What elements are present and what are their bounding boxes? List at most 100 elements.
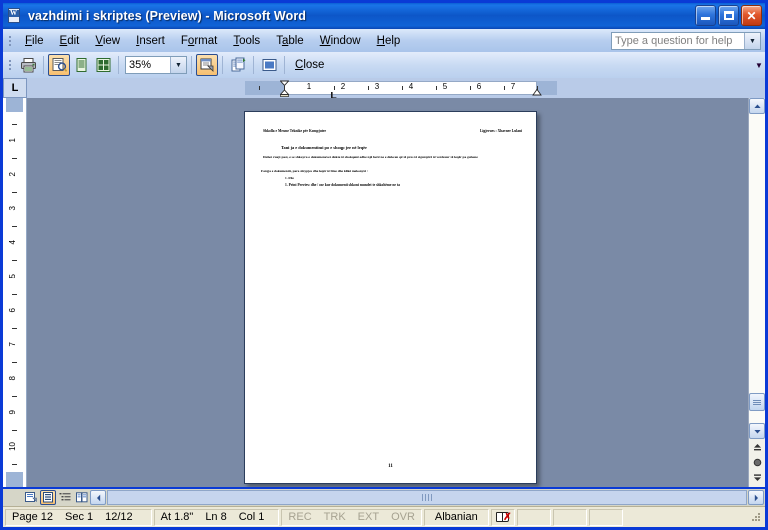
print-preview-toolbar: 35% ▼ Close ▼ <box>3 52 765 78</box>
spelling-and-grammar-icon[interactable]: ✗ <box>492 512 514 523</box>
horizontal-scrollbar-row <box>3 489 765 506</box>
status-group-empty-2 <box>552 508 587 526</box>
document-preview-area[interactable]: Shkolla e Mesme Teknike për Kompjuter Li… <box>27 98 748 487</box>
zoom-value: 35% <box>129 59 152 71</box>
vertical-scroll-thumb[interactable] <box>749 393 765 411</box>
menu-file[interactable]: FFileile <box>17 33 52 49</box>
document-paragraph-2: Farqja e dokumentit, para shtypjes dhe l… <box>261 169 368 173</box>
word-print-preview-window: W vazhdimi i skriptes (Preview) - Micros… <box>0 0 768 530</box>
scroll-right-button[interactable] <box>748 490 764 505</box>
menu-gripper-icon[interactable] <box>5 31 14 50</box>
chevron-down-icon[interactable]: ▼ <box>170 57 186 73</box>
normal-view-button[interactable] <box>23 490 39 505</box>
view-buttons-group <box>23 490 90 505</box>
document-page[interactable]: Shkolla e Mesme Teknike për Kompjuter Li… <box>244 111 537 484</box>
vruler-num-2: 2 <box>8 172 17 177</box>
scroll-down-button[interactable] <box>749 423 765 439</box>
header-right-text: Ligjerues : Xhavner Lulani <box>480 129 522 133</box>
document-list-item-1: 1. File <box>285 176 294 180</box>
vertical-ruler[interactable]: 1 2 3 4 5 6 7 8 9 10 <box>3 98 27 487</box>
multiple-pages-button[interactable] <box>92 54 114 76</box>
scroll-up-button[interactable] <box>749 98 765 114</box>
ruler-num-5: 5 <box>442 82 448 91</box>
document-list-item-2: 1. Print Preview dhe / ose kur dokumenti… <box>285 183 400 187</box>
header-left-text: Shkolla e Mesme Teknike për Kompjuter <box>263 129 327 133</box>
vertical-scroll-track[interactable] <box>749 114 765 423</box>
scroll-left-button[interactable] <box>90 490 106 505</box>
status-group-empty-1 <box>516 508 551 526</box>
status-group-modes: REC TRK EXT OVR <box>281 508 422 526</box>
status-ovr[interactable]: OVR <box>385 511 421 523</box>
magnifier-button[interactable] <box>48 54 70 76</box>
view-ruler-button[interactable] <box>196 54 218 76</box>
vruler-num-4: 4 <box>8 240 17 245</box>
status-trk[interactable]: TRK <box>318 511 352 523</box>
menu-help[interactable]: Help <box>369 33 409 49</box>
status-language[interactable]: Albanian <box>425 511 488 523</box>
status-section: Sec 1 <box>64 511 94 523</box>
status-rec[interactable]: REC <box>282 511 317 523</box>
vruler-num-1: 1 <box>8 138 17 143</box>
minimize-button[interactable] <box>695 5 716 26</box>
status-ext[interactable]: EXT <box>352 511 385 523</box>
title-bar: W vazhdimi i skriptes (Preview) - Micros… <box>3 3 765 29</box>
vruler-num-6: 6 <box>8 308 17 313</box>
menu-bar: FFileile Edit View Insert Format Tools T… <box>3 29 765 52</box>
ruler-num-1: 1 <box>306 82 312 91</box>
browse-previous-button[interactable] <box>749 440 765 455</box>
print-button[interactable] <box>17 54 39 76</box>
status-page: Page 12 <box>12 511 53 523</box>
menu-window[interactable]: Window <box>312 33 369 49</box>
horizontal-ruler-row: L 1 2 3 4 5 6 7 <box>3 78 765 99</box>
close-preview-button[interactable]: Close <box>289 57 330 73</box>
horizontal-ruler[interactable]: 1 2 3 4 5 6 7 <box>27 78 765 99</box>
ruler-num-3: 3 <box>374 82 380 91</box>
horizontal-scroll-thumb[interactable] <box>107 490 747 505</box>
menu-edit[interactable]: Edit <box>52 33 88 49</box>
resize-grip-icon[interactable] <box>750 511 762 523</box>
document-page-footer: 11 <box>388 464 393 469</box>
ruler-num-2: 2 <box>340 82 346 91</box>
outline-view-button[interactable] <box>57 490 73 505</box>
document-header: Shkolla e Mesme Teknike për Kompjuter Li… <box>263 129 522 133</box>
ruler-num-7: 7 <box>510 82 516 91</box>
vruler-num-7: 7 <box>8 342 17 347</box>
menu-view[interactable]: View <box>87 33 128 49</box>
vruler-num-9: 9 <box>8 410 17 415</box>
toolbar-options-glyph: ▼ <box>755 60 763 70</box>
toolbar-separator <box>43 56 44 74</box>
toolbar-separator <box>222 56 223 74</box>
zoom-combobox[interactable]: 35% ▼ <box>125 56 187 74</box>
tab-selector-button[interactable]: L <box>3 78 27 98</box>
toolbar-options-button[interactable]: ▼ <box>753 54 765 76</box>
vruler-num-5: 5 <box>8 274 17 279</box>
print-layout-view-button[interactable] <box>40 490 56 505</box>
ask-a-question-box[interactable]: Type a question for help ▼ <box>611 32 761 50</box>
status-group-empty-3 <box>588 508 623 526</box>
vertical-scrollbar[interactable] <box>748 98 765 487</box>
toolbar-gripper-icon[interactable] <box>5 56 14 75</box>
vruler-num-10: 10 <box>8 442 17 451</box>
full-screen-button[interactable] <box>258 54 280 76</box>
toolbar-separator <box>284 56 285 74</box>
toolbar-separator <box>191 56 192 74</box>
menu-table[interactable]: Table <box>268 33 312 49</box>
menu-tools[interactable]: Tools <box>225 33 268 49</box>
status-bar: Page 12 Sec 1 12/12 At 1.8" Ln 8 Col 1 R… <box>3 506 765 527</box>
menu-insert[interactable]: Insert <box>128 33 173 49</box>
status-group-language[interactable]: Albanian <box>423 508 489 526</box>
toolbar-separator <box>253 56 254 74</box>
maximize-button[interactable] <box>718 5 739 26</box>
browse-next-button[interactable] <box>749 470 765 485</box>
status-group-spelling[interactable]: ✗ <box>490 508 515 526</box>
status-column: Col 1 <box>238 511 265 523</box>
shrink-to-fit-button[interactable] <box>227 54 249 76</box>
status-line: Ln 8 <box>205 511 227 523</box>
menu-format[interactable]: Format <box>173 33 225 49</box>
close-window-button[interactable]: ✕ <box>741 5 762 26</box>
select-browse-object-button[interactable] <box>749 455 765 470</box>
ruler-num-4: 4 <box>408 82 414 91</box>
chevron-down-icon[interactable]: ▼ <box>744 33 760 49</box>
reading-layout-view-button[interactable] <box>74 490 90 505</box>
one-page-button[interactable] <box>70 54 92 76</box>
